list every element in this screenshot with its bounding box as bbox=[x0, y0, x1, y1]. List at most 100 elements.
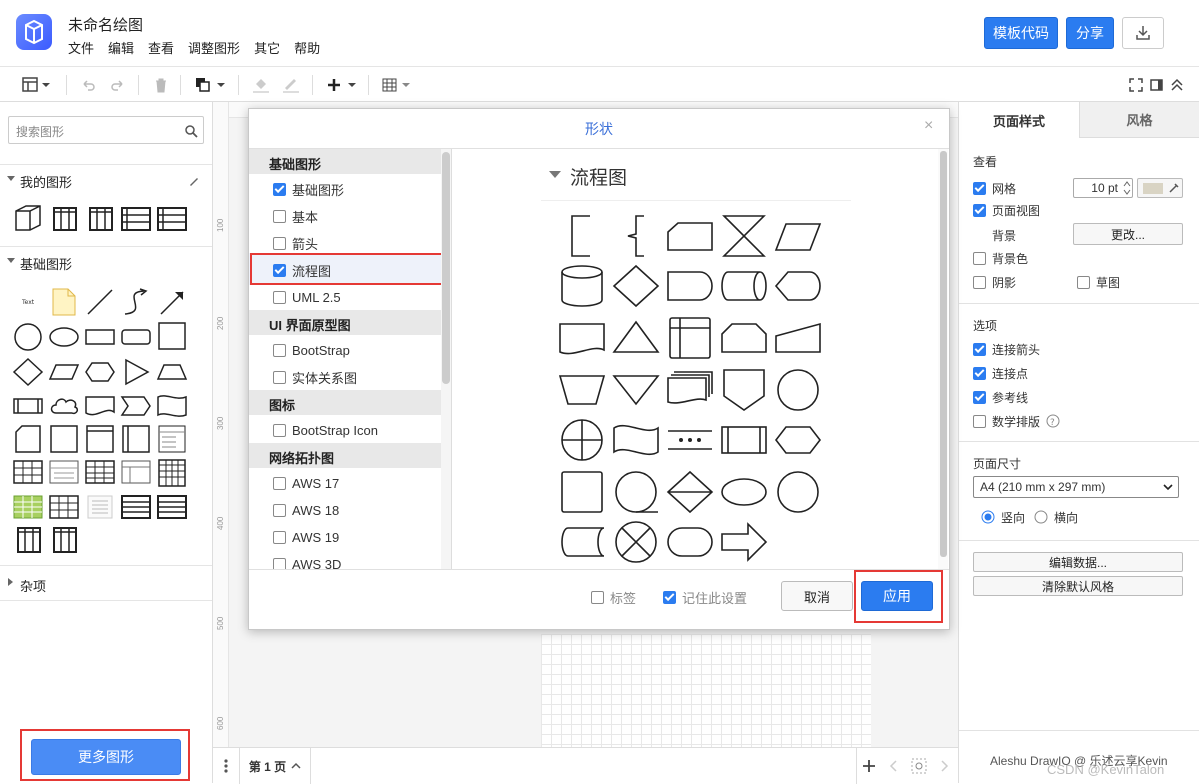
shape-trapezoid[interactable] bbox=[156, 357, 188, 387]
remember-settings-checkbox[interactable]: 记住此设置 bbox=[663, 589, 747, 606]
prev-page-icon[interactable] bbox=[889, 759, 899, 773]
fc-terminator[interactable] bbox=[666, 520, 714, 564]
download-button[interactable] bbox=[1122, 17, 1164, 49]
labels-checkbox[interactable]: 标签 bbox=[591, 589, 636, 606]
fc-manual-input[interactable] bbox=[774, 316, 822, 360]
fc-predefined-process[interactable] bbox=[720, 418, 768, 462]
template-code-button[interactable]: 模板代码 bbox=[984, 17, 1058, 49]
menu-edit[interactable]: 编辑 bbox=[108, 38, 134, 57]
fc-internal-storage[interactable] bbox=[666, 316, 714, 360]
shape-list[interactable] bbox=[156, 424, 188, 454]
edit-data-button[interactable]: 编辑数据... bbox=[973, 552, 1183, 572]
shape-table-5[interactable] bbox=[156, 458, 188, 488]
landscape-radio[interactable]: 横向 bbox=[1034, 508, 1078, 526]
fullscreen-icon[interactable] bbox=[1129, 75, 1143, 95]
fc-card[interactable] bbox=[666, 214, 714, 258]
shape-process[interactable] bbox=[12, 391, 44, 421]
fc-preparation[interactable] bbox=[774, 418, 822, 462]
shape-table-8[interactable] bbox=[120, 492, 152, 522]
fc-transfer[interactable] bbox=[720, 520, 768, 564]
math-typesetting-checkbox[interactable]: 数学排版 ? bbox=[973, 412, 1060, 430]
shape-rectangle[interactable] bbox=[84, 322, 116, 352]
shape-table-green[interactable] bbox=[12, 492, 44, 522]
zoom-fit-icon[interactable] bbox=[911, 758, 927, 774]
shape-swimlane-v[interactable] bbox=[50, 206, 82, 236]
shape-table-4[interactable] bbox=[120, 458, 152, 488]
shape-diamond[interactable] bbox=[12, 357, 44, 387]
fc-annotation-2[interactable] bbox=[612, 214, 660, 258]
cancel-button[interactable]: 取消 bbox=[781, 581, 853, 611]
shape-table-6[interactable] bbox=[48, 492, 80, 522]
menu-extras[interactable]: 其它 bbox=[254, 38, 280, 57]
page-menu-icon[interactable] bbox=[223, 758, 229, 774]
shape-cube[interactable] bbox=[12, 203, 44, 233]
shape-vlane-1[interactable] bbox=[12, 526, 44, 556]
option-aws19[interactable]: AWS 19 bbox=[273, 527, 339, 547]
shape-curve[interactable] bbox=[120, 287, 152, 317]
shape-square[interactable] bbox=[156, 322, 188, 352]
shadow-checkbox[interactable]: 阴影 bbox=[973, 273, 1016, 291]
table-icon[interactable] bbox=[382, 75, 414, 95]
grid-checkbox[interactable]: 网格 bbox=[973, 179, 1016, 197]
shape-table-7[interactable] bbox=[84, 492, 116, 522]
page-view-checkbox[interactable]: 页面视图 bbox=[973, 201, 1040, 219]
menu-view[interactable]: 查看 bbox=[148, 38, 174, 57]
fc-annotation[interactable] bbox=[558, 214, 606, 258]
menu-file[interactable]: 文件 bbox=[68, 38, 94, 57]
bg-color-checkbox[interactable]: 背景色 bbox=[973, 249, 1028, 267]
fc-delay[interactable] bbox=[666, 264, 714, 308]
portrait-radio[interactable]: 竖向 bbox=[981, 508, 1025, 526]
tab-style[interactable]: 风格 bbox=[1079, 102, 1199, 138]
shape-rounded-rect[interactable] bbox=[120, 322, 152, 352]
fc-database[interactable] bbox=[558, 264, 606, 308]
fc-sort[interactable] bbox=[666, 470, 714, 514]
fc-manual-operation[interactable] bbox=[558, 368, 606, 412]
shape-document[interactable] bbox=[84, 391, 116, 421]
fc-punched-tape[interactable] bbox=[612, 418, 660, 462]
menu-help[interactable]: 帮助 bbox=[294, 38, 320, 57]
shape-table-3[interactable] bbox=[84, 458, 116, 488]
preview-scrollbar-thumb[interactable] bbox=[940, 151, 947, 557]
fc-start-ellipse[interactable] bbox=[720, 470, 768, 514]
shape-step[interactable] bbox=[120, 391, 152, 421]
tab-page-style[interactable]: 页面样式 bbox=[959, 102, 1079, 138]
fc-data[interactable] bbox=[774, 214, 822, 258]
option-aws3d[interactable]: AWS 3D bbox=[273, 554, 341, 569]
shape-ellipse[interactable] bbox=[48, 322, 80, 352]
option-aws17[interactable]: AWS 17 bbox=[273, 473, 339, 493]
fc-loop-limit[interactable] bbox=[720, 316, 768, 360]
panel-toggle-icon[interactable] bbox=[22, 75, 50, 95]
library-scrollbar-thumb[interactable] bbox=[442, 152, 450, 384]
shape-text[interactable]: Text bbox=[14, 287, 46, 317]
change-background-button[interactable]: 更改... bbox=[1073, 223, 1183, 245]
undo-icon[interactable] bbox=[80, 75, 96, 95]
section-misc[interactable]: 杂项 bbox=[0, 565, 212, 601]
shape-swimlane-h[interactable] bbox=[120, 206, 152, 236]
shape-card[interactable] bbox=[12, 424, 44, 454]
connect-points-checkbox[interactable]: 连接点 bbox=[973, 364, 1028, 382]
option-flowchart-selected[interactable]: 流程图 bbox=[273, 260, 331, 280]
sketch-checkbox[interactable]: 草图 bbox=[1077, 273, 1120, 291]
section-my-shapes[interactable]: 我的图形 bbox=[0, 164, 212, 194]
option-bootstrap-icon[interactable]: BootStrap Icon bbox=[273, 420, 378, 440]
option-basic-shapes[interactable]: 基础图形 bbox=[273, 179, 344, 199]
document-title[interactable]: 未命名绘图 bbox=[68, 14, 143, 35]
more-shapes-button[interactable]: 更多图形 bbox=[31, 739, 181, 775]
fc-merge[interactable] bbox=[612, 368, 660, 412]
shape-triangle[interactable] bbox=[120, 357, 152, 387]
shape-tape[interactable] bbox=[156, 391, 188, 421]
fc-direct-data[interactable] bbox=[720, 264, 768, 308]
shape-parallelogram[interactable] bbox=[48, 357, 80, 387]
option-uml[interactable]: UML 2.5 bbox=[273, 287, 341, 307]
to-front-icon[interactable] bbox=[195, 75, 227, 95]
option-aws18[interactable]: AWS 18 bbox=[273, 500, 339, 520]
redo-icon[interactable] bbox=[110, 75, 126, 95]
fc-multi-document[interactable] bbox=[666, 368, 714, 412]
fc-stored-data[interactable] bbox=[558, 520, 606, 564]
shape-table-9[interactable] bbox=[156, 492, 188, 522]
fc-connector[interactable] bbox=[774, 368, 822, 412]
fc-document[interactable] bbox=[558, 316, 606, 360]
fc-summing-junction[interactable] bbox=[612, 520, 660, 564]
fc-decision[interactable] bbox=[612, 264, 660, 308]
shape-vlane-2[interactable] bbox=[48, 526, 80, 556]
